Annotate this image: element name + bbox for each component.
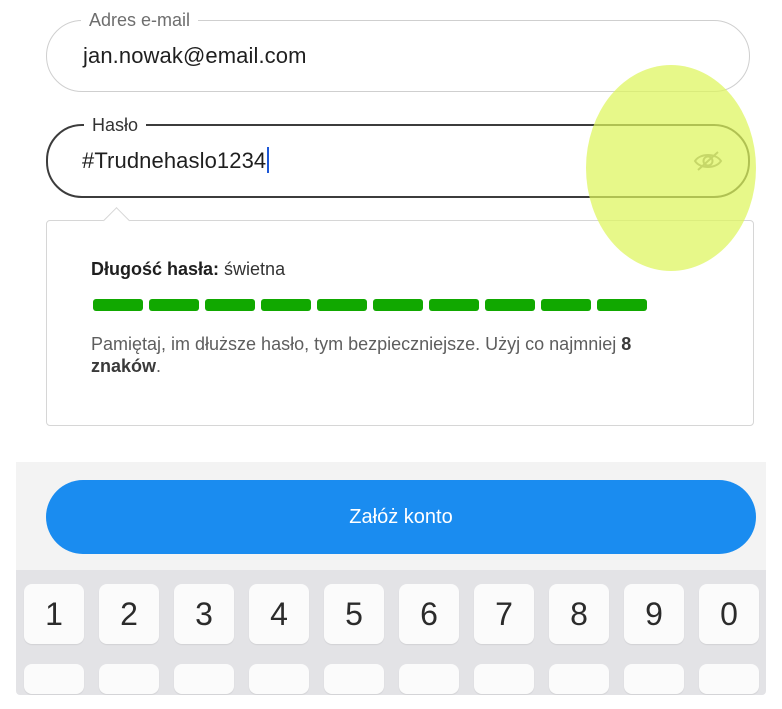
strength-segment [317,299,367,311]
password-field[interactable]: Hasło #Trudnehaslo1234 [46,114,750,198]
strength-value: świetna [224,259,286,279]
strength-segment [93,299,143,311]
keyboard-key[interactable] [549,664,609,694]
strength-segment [541,299,591,311]
password-field-value[interactable]: #Trudnehaslo1234 [82,147,270,174]
strength-segment [149,299,199,311]
email-field-value[interactable]: jan.nowak@email.com [83,43,307,69]
on-screen-keyboard: 1234567890 [16,570,766,695]
keyboard-key[interactable] [324,664,384,694]
strength-segment [429,299,479,311]
password-text: #Trudnehaslo1234 [82,148,267,173]
toggle-password-visibility-button[interactable] [690,143,726,179]
create-account-button[interactable]: Załóż konto [46,480,756,554]
strength-segment [597,299,647,311]
strength-segment [485,299,535,311]
text-caret [267,147,270,173]
keyboard-key[interactable] [174,664,234,694]
eye-off-icon [693,151,723,171]
keyboard-key[interactable] [249,664,309,694]
keyboard-key[interactable] [399,664,459,694]
keyboard-key[interactable] [24,664,84,694]
password-hint: Pamiętaj, im dłuższe hasło, tym bezpiecz… [91,333,691,377]
key-0[interactable]: 0 [699,584,759,644]
key-1[interactable]: 1 [24,584,84,644]
strength-segment [261,299,311,311]
hint-end: . [156,356,162,376]
key-6[interactable]: 6 [399,584,459,644]
key-5[interactable]: 5 [324,584,384,644]
key-8[interactable]: 8 [549,584,609,644]
keyboard-key[interactable] [624,664,684,694]
key-7[interactable]: 7 [474,584,534,644]
strength-meter [93,299,647,311]
hint-text: Pamiętaj, im dłuższe hasło, tym bezpiecz… [91,334,622,354]
keyboard-key[interactable] [474,664,534,694]
key-3[interactable]: 3 [174,584,234,644]
key-9[interactable]: 9 [624,584,684,644]
strength-segment [373,299,423,311]
strength-segment [205,299,255,311]
email-field[interactable]: Adres e-mail jan.nowak@email.com [46,9,750,92]
strength-line: Długość hasła: świetna [91,259,285,280]
password-strength-popover: Długość hasła: świetna Pamiętaj, im dłuż… [46,207,754,426]
key-2[interactable]: 2 [99,584,159,644]
key-4[interactable]: 4 [249,584,309,644]
signup-screen: Adres e-mail jan.nowak@email.com Hasło #… [16,0,766,695]
email-field-label: Adres e-mail [81,9,199,31]
popover-arrow [103,207,130,234]
strength-label: Długość hasła: [91,259,220,279]
keyboard-key[interactable] [699,664,759,694]
keyboard-key[interactable] [99,664,159,694]
password-field-label: Hasło [84,114,147,136]
